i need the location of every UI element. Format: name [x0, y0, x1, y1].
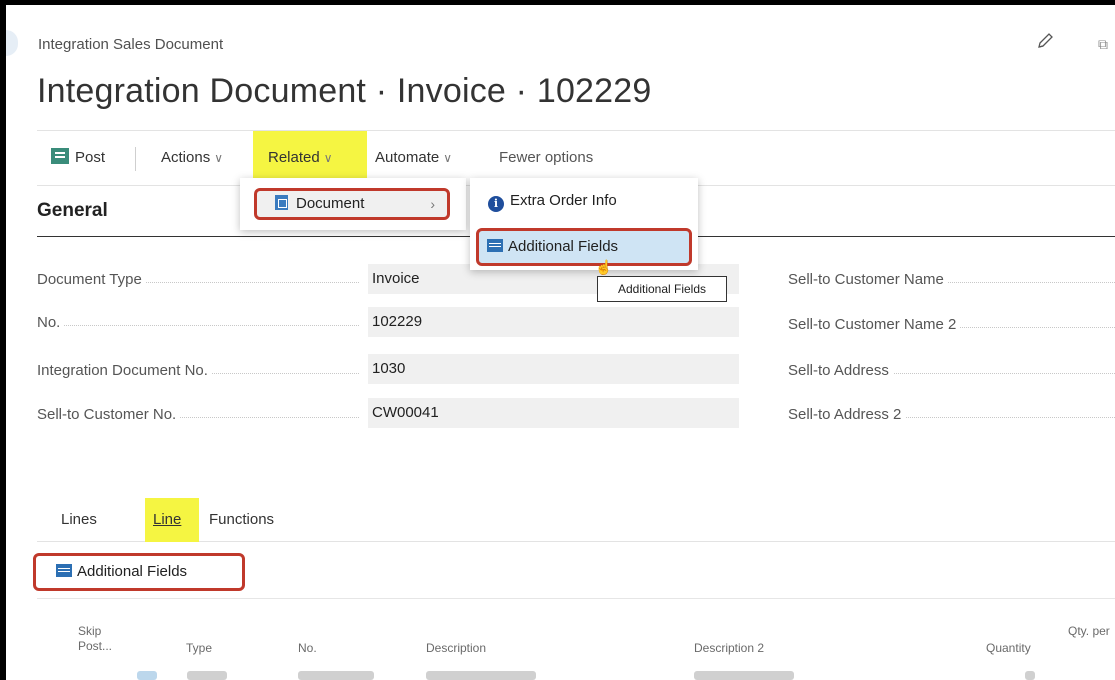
menu-item-document[interactable]: Document › — [254, 188, 450, 220]
row-cell-type — [187, 671, 227, 680]
document-submenu: i Extra Order Info Additional Fields ☝ — [470, 178, 698, 275]
column-header-type[interactable]: Type — [186, 641, 212, 656]
open-new-window-icon[interactable]: ⧉ — [1098, 36, 1108, 53]
tab-lines[interactable]: Lines — [61, 498, 97, 542]
lines-tab-bar: Lines Line Functions — [37, 498, 1115, 542]
column-header-description-2[interactable]: Description 2 — [694, 641, 764, 656]
lines-additional-fields-label: Additional Fields — [77, 563, 188, 580]
lines-divider — [37, 598, 1115, 599]
post-label: Post — [75, 149, 106, 166]
table-icon — [487, 239, 503, 252]
column-header-qty-per[interactable]: Qty. per — [1068, 624, 1110, 639]
column-header-skip-line2: Post... — [78, 639, 113, 653]
document-icon — [275, 195, 288, 210]
chevron-down-icon: ∨ — [323, 151, 333, 165]
row-cell-description — [426, 671, 536, 680]
field-label-document-type: Document Type — [37, 271, 359, 288]
edit-pencil-icon[interactable] — [1034, 30, 1056, 52]
table-icon — [56, 564, 72, 577]
side-collapse-tab[interactable] — [6, 30, 18, 56]
related-menu-button[interactable]: Related ∨ — [253, 131, 367, 185]
chevron-down-icon: ∨ — [214, 151, 223, 165]
automate-menu-button[interactable]: Automate ∨ — [375, 131, 452, 185]
menu-item-extra-order-info-label: Extra Order Info — [510, 192, 617, 209]
chevron-down-icon: ∨ — [443, 151, 453, 165]
column-header-quantity[interactable]: Quantity — [986, 641, 1031, 656]
actions-menu-button[interactable]: Actions ∨ — [161, 131, 223, 185]
breadcrumb: Integration Sales Document — [38, 36, 224, 53]
section-title-general[interactable]: General — [37, 200, 108, 222]
field-sell-to-customer-no[interactable]: CW00041 — [368, 398, 739, 428]
row-cell-no — [298, 671, 374, 680]
menu-item-additional-fields[interactable]: Additional Fields ☝ — [476, 228, 692, 275]
row-cell-quantity — [1025, 671, 1035, 680]
page-title: Integration Document · Invoice · 102229 — [37, 72, 652, 110]
row-cell-description-2 — [694, 671, 794, 680]
actions-label: Actions — [161, 149, 211, 166]
row-selector — [137, 671, 157, 680]
related-dropdown-menu: Document › — [240, 178, 466, 230]
info-icon: i — [488, 196, 504, 212]
menu-item-extra-order-info[interactable]: i Extra Order Info — [488, 192, 617, 212]
field-label-sell-to-address: Sell-to Address — [788, 362, 1115, 379]
field-label-no: No. — [37, 314, 359, 331]
field-label-integration-document-no: Integration Document No. — [37, 362, 359, 379]
related-label: Related — [268, 149, 320, 166]
field-label-sell-to-customer-name: Sell-to Customer Name — [788, 271, 1115, 288]
field-label-sell-to-customer-no: Sell-to Customer No. — [37, 406, 359, 423]
lines-additional-fields-button[interactable]: Additional Fields — [33, 553, 245, 591]
automate-label: Automate — [375, 149, 440, 166]
column-header-description[interactable]: Description — [426, 641, 486, 656]
field-label-sell-to-customer-name-2: Sell-to Customer Name 2 — [788, 316, 1115, 333]
field-integration-document-no[interactable]: 1030 — [368, 354, 739, 384]
post-button[interactable]: Post — [51, 131, 105, 185]
action-separator — [135, 147, 136, 171]
tab-functions[interactable]: Functions — [209, 498, 274, 542]
post-icon — [51, 148, 69, 164]
chevron-right-icon: › — [430, 196, 435, 212]
column-header-skip-line1: Skip — [78, 624, 102, 638]
tab-line[interactable]: Line — [145, 498, 199, 542]
table-row[interactable] — [37, 666, 1115, 680]
menu-item-document-label: Document — [296, 195, 365, 212]
column-header-no[interactable]: No. — [298, 641, 317, 656]
field-no[interactable]: 102229 — [368, 307, 739, 337]
column-header-skip-posting[interactable]: Skip Post... — [78, 624, 112, 654]
field-label-sell-to-address-2: Sell-to Address 2 — [788, 406, 1115, 423]
screen-frame-top — [0, 0, 1115, 5]
screen-frame-left — [0, 0, 6, 680]
tooltip: Additional Fields — [597, 276, 727, 302]
fewer-options-button[interactable]: Fewer options — [499, 131, 593, 185]
